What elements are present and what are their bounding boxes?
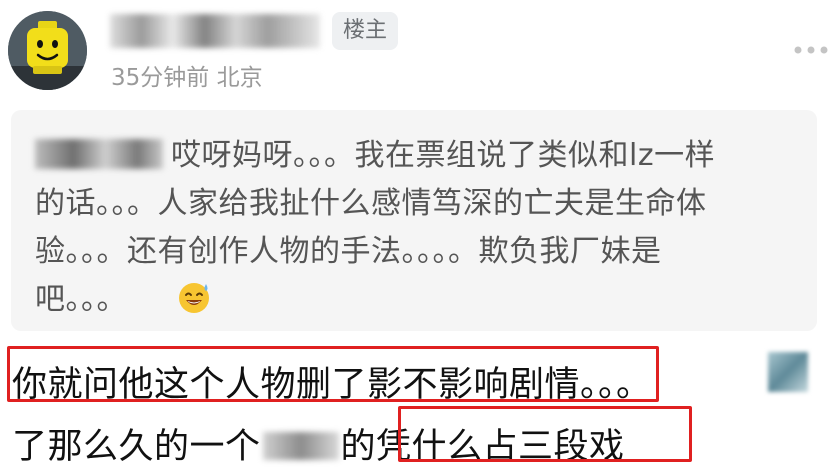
reply-text-mid: 的 [340, 427, 377, 467]
quote-text-1: 哎呀妈呀。。。我在票组说了类似和lz一样 [171, 138, 716, 173]
lego-avatar-icon [8, 11, 87, 90]
post-meta: 35分钟前 北京 [111, 65, 263, 91]
quoted-comment[interactable]: 哎呀妈呀。。。我在票组说了类似和lz一样 的话。。。人家给我扯什么感情笃深的亡夫… [11, 110, 817, 331]
reply-redacted-word [262, 432, 339, 460]
more-dots-icon[interactable] [793, 41, 829, 60]
redacted-image [768, 352, 808, 392]
quote-line-2: 的话。。。人家给我扯什么感情笃深的亡夫是生命体 [35, 186, 707, 221]
sweat-smile-emoji-icon [176, 279, 212, 319]
highlight-box-1 [7, 346, 659, 402]
highlight-box-2 [398, 406, 692, 462]
avatar[interactable] [8, 11, 87, 90]
op-badge: 楼主 [332, 12, 399, 50]
username-redacted[interactable] [110, 14, 320, 48]
quoted-user-redacted [35, 139, 163, 169]
reply-text-start: 了那么久的一个 [12, 427, 261, 467]
quote-line-1: 哎呀妈呀。。。我在票组说了类似和lz一样 [35, 130, 715, 174]
quote-line-3: 验。。。还有创作人物的手法。。。。欺负我厂妹是 [35, 234, 662, 269]
quote-line-4: 吧。。。 [35, 282, 127, 317]
